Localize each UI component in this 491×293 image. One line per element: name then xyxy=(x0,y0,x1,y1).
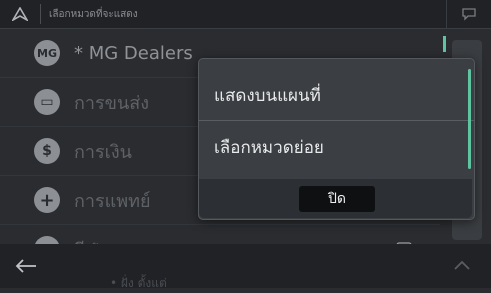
select-subcategory-option[interactable]: เลือกหมวดย่อย xyxy=(199,122,474,172)
list-item-label: การเงิน xyxy=(74,141,132,163)
header-bar: เลือกหมวดที่จะแสดง xyxy=(0,0,491,29)
navigation-arrow-icon[interactable] xyxy=(0,0,40,28)
list-item-label: การขนส่ง xyxy=(74,92,150,114)
mg-logo-icon: MG xyxy=(34,40,60,66)
partial-list-item-text: • ฝั่ง ตั้งแต่ xyxy=(110,276,167,290)
popup-scroll-indicator xyxy=(468,69,471,169)
list-item-label: * MG Dealers xyxy=(74,42,193,64)
bus-icon: ▭ xyxy=(34,89,60,115)
bottom-bar: • ฝั่ง ตั้งแต่ xyxy=(0,244,491,290)
context-menu-popup: แสดงบนแผนที่ เลือกหมวดย่อย ปิด xyxy=(198,58,475,220)
popup-footer: ปิด xyxy=(199,179,472,218)
medical-cross-icon: + xyxy=(34,187,60,213)
page-title: เลือกหมวดที่จะแสดง xyxy=(49,8,138,20)
back-arrow-icon[interactable] xyxy=(0,244,52,288)
list-item-label: การแพทย์ xyxy=(74,190,151,212)
list-scroll-indicator xyxy=(443,36,446,52)
show-on-map-option[interactable]: แสดงบนแผนที่ xyxy=(199,71,474,121)
speech-bubble-icon[interactable] xyxy=(446,0,491,28)
close-button[interactable]: ปิด xyxy=(299,186,375,212)
dollar-icon: $ xyxy=(34,138,60,164)
chevron-up-icon[interactable] xyxy=(453,256,471,275)
